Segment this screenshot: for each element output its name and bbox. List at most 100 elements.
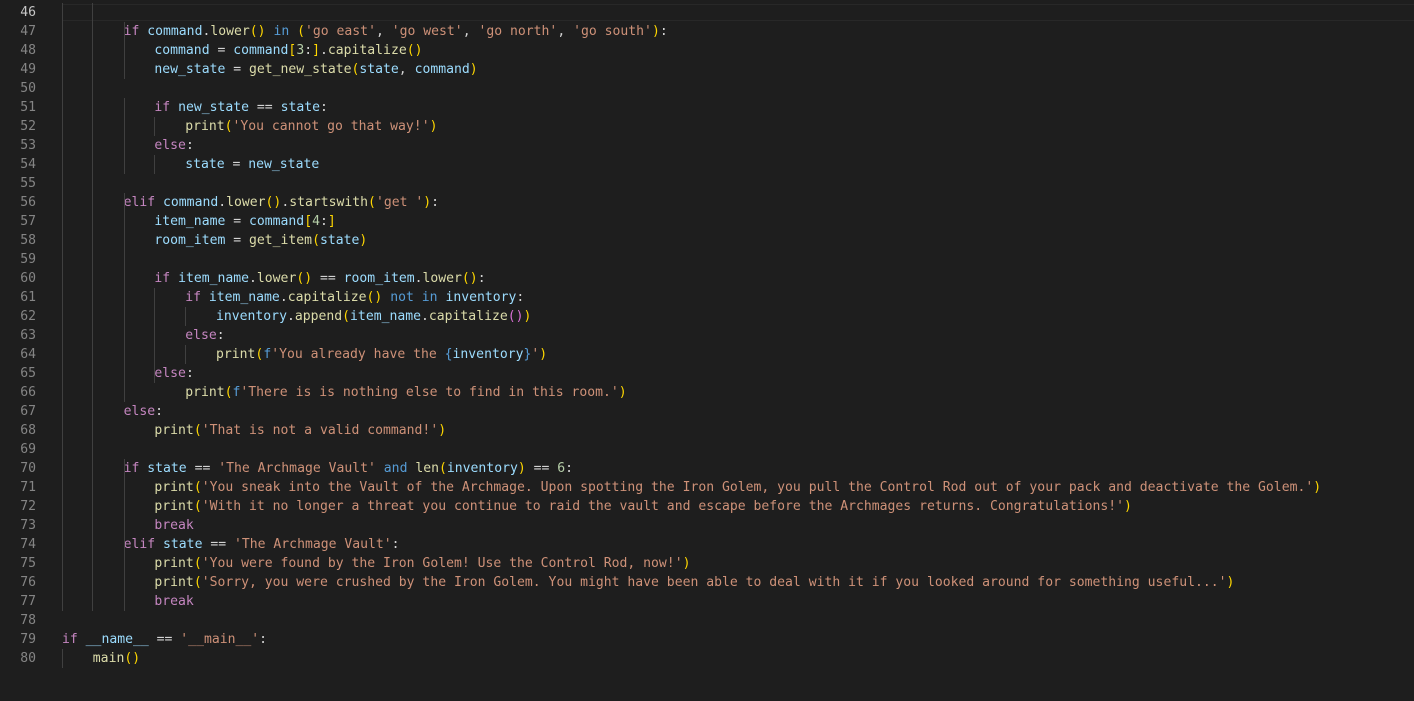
code-token: ( (439, 461, 447, 476)
code-text: break (154, 592, 193, 611)
code-line[interactable]: 79 if __name__ == '__main__': (0, 630, 1414, 649)
code-text: print('Sorry, you were crushed by the Ir… (154, 573, 1234, 592)
code-line[interactable]: 57 item_name = command[4:] (0, 212, 1414, 231)
code-token: ( (193, 423, 202, 438)
code-line[interactable]: 69 (0, 440, 1414, 459)
code-token: ( (368, 195, 376, 210)
code-token: = (225, 214, 249, 229)
code-line[interactable]: 53 else: (0, 136, 1414, 155)
code-line[interactable]: 67 else: (0, 402, 1414, 421)
code-token: ( (193, 575, 202, 590)
code-token: lower (256, 271, 297, 286)
code-token: ( (342, 309, 351, 324)
indent-guide (123, 193, 125, 402)
code-line[interactable]: 55 (0, 174, 1414, 193)
code-token: print (154, 575, 194, 590)
code-token: command (147, 24, 203, 39)
code-line[interactable]: 75 print('You were found by the Iron Gole… (0, 554, 1414, 573)
code-token: 'go south' (573, 24, 652, 39)
code-token: state (147, 461, 187, 476)
code-token: ( (312, 233, 320, 248)
code-text: elif command.lower().startswith('get '): (124, 193, 439, 212)
code-line[interactable]: 49 new_state = get_new_state(state, comma… (0, 60, 1414, 79)
code-line[interactable]: 50 (0, 79, 1414, 98)
code-token: ( (193, 480, 202, 495)
code-line[interactable]: 80 main() (0, 649, 1414, 668)
code-text: else: (124, 402, 163, 421)
code-line[interactable]: 51 if new_state == state: (0, 98, 1414, 117)
code-token: command (233, 43, 289, 58)
code-token: == (249, 100, 281, 115)
code-token: new_state (178, 100, 250, 115)
code-line[interactable]: 60 if item_name.lower() == room_item.lowe… (0, 269, 1414, 288)
line-number: 48 (20, 43, 36, 58)
indent-guide (62, 3, 64, 611)
code-token: print (154, 423, 194, 438)
code-line[interactable]: 66 print(f'There is is nothing else to fi… (0, 383, 1414, 402)
indent-guide (154, 288, 156, 383)
code-line[interactable]: 46 (0, 3, 1414, 22)
code-line[interactable]: 70 if state == 'The Archmage Vault' and l… (0, 459, 1414, 478)
code-editor[interactable]: 46 47 if command.lower() in ('go east', 'g… (0, 0, 1414, 701)
code-line[interactable]: 77 break (0, 592, 1414, 611)
code-token: : (216, 328, 225, 343)
code-token: state (185, 157, 225, 172)
code-token: == (148, 632, 181, 647)
code-line[interactable]: 78 (0, 611, 1414, 630)
code-line[interactable]: 68 print('That is not a valid command!') (0, 421, 1414, 440)
code-token: ] (327, 214, 336, 229)
code-token: inventory (446, 461, 518, 476)
code-token: capitalize (287, 290, 367, 305)
code-line[interactable]: 72 print('With it no longer a threat you … (0, 497, 1414, 516)
code-line[interactable]: 58 room_item = get_item(state) (0, 231, 1414, 250)
code-token: append (294, 309, 343, 324)
code-text: if command.lower() in ('go east', 'go we… (124, 22, 668, 41)
code-line[interactable]: 64 print(f'You already have the {inventor… (0, 345, 1414, 364)
code-line[interactable]: 47 if command.lower() in ('go east', 'go … (0, 22, 1414, 41)
line-number: 65 (20, 366, 36, 381)
code-token: () (249, 24, 266, 39)
code-token: if (185, 290, 201, 305)
line-number: 74 (20, 537, 36, 552)
code-line[interactable]: 73 break (0, 516, 1414, 535)
code-token: item_name (178, 271, 250, 286)
code-line[interactable]: 74 elif state == 'The Archmage Vault': (0, 535, 1414, 554)
line-number: 63 (20, 328, 36, 343)
code-token: 'The Archmage Vault' (234, 537, 392, 552)
code-token: ( (224, 119, 233, 134)
code-token: . (249, 271, 257, 286)
code-line[interactable]: 65 else: (0, 364, 1414, 383)
code-token: print (154, 499, 194, 514)
code-token: 'You cannot go that way!' (232, 119, 430, 134)
line-number: 54 (20, 157, 36, 172)
line-number: 73 (20, 518, 36, 533)
code-token: inventory (452, 347, 524, 362)
code-line[interactable]: 62 inventory.append(item_name.capitalize(… (0, 307, 1414, 326)
line-number: 71 (20, 480, 36, 495)
code-line[interactable]: 61 if item_name.capitalize() not in inven… (0, 288, 1414, 307)
code-token: ( (224, 385, 233, 400)
code-token: if (154, 100, 171, 115)
code-token: room_item (343, 271, 415, 286)
code-text: else: (154, 364, 193, 383)
code-token: item_name (350, 309, 421, 324)
code-line[interactable]: 63 else: (0, 326, 1414, 345)
code-token: not (390, 290, 414, 305)
code-token: = (209, 43, 234, 58)
code-token: 'You already have the (271, 347, 445, 362)
code-line[interactable]: 54 state = new_state (0, 155, 1414, 174)
code-token: : (565, 461, 574, 476)
code-line[interactable]: 59 (0, 250, 1414, 269)
code-line[interactable]: 71 print('You sneak into the Vault of the… (0, 478, 1414, 497)
code-text: main() (93, 649, 140, 668)
code-line[interactable]: 76 print('Sorry, you were crushed by the … (0, 573, 1414, 592)
code-line[interactable]: 52 print('You cannot go that way!') (0, 117, 1414, 136)
code-text: break (154, 516, 193, 535)
code-text: inventory.append(item_name.capitalize()) (216, 307, 531, 326)
code-token: : (319, 100, 328, 115)
code-line[interactable]: 48 command = command[3:].capitalize() (0, 41, 1414, 60)
code-token: room_item (154, 233, 226, 248)
code-line[interactable]: 56 elif command.lower().startswith('get '… (0, 193, 1414, 212)
